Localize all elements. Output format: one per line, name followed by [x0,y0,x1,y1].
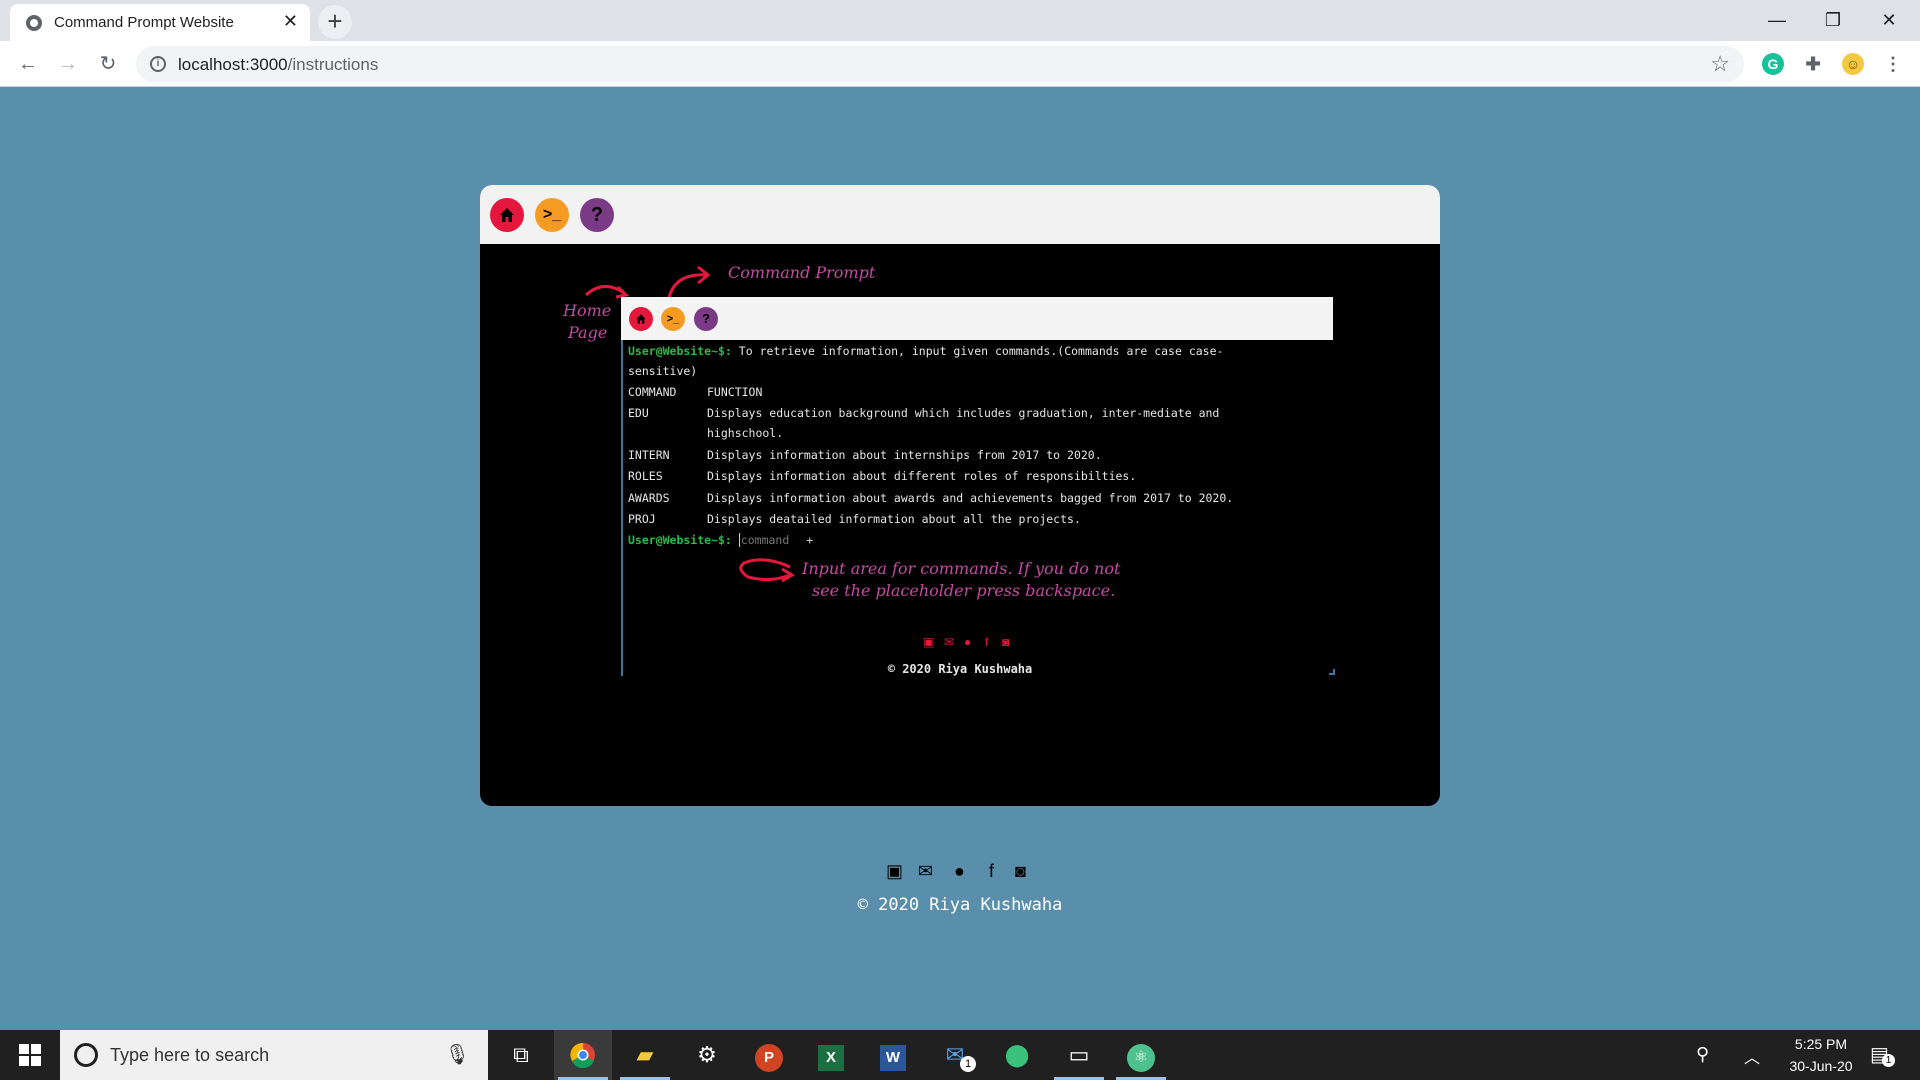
terminal-row-intern: INTERN Displays information about interns… [628,448,1102,462]
restore-button[interactable]: ❐ [1810,6,1856,34]
url-text[interactable]: localhost:3000/instructions [178,55,378,75]
close-window-button[interactable]: ✕ [1866,6,1912,34]
app-header: >_ ? [480,185,1440,244]
clock-date[interactable]: 30-Jun-20 [1780,1058,1862,1074]
word-icon[interactable]: W [864,1030,922,1080]
facebook-icon[interactable]: f [985,635,988,649]
info-icon[interactable]: i [150,56,166,72]
tray-chevron-up-icon[interactable]: ︿ [1744,1044,1760,1068]
extensions-puzzle-icon[interactable]: ✚ [1802,53,1824,75]
mail-badge: 1 [960,1056,976,1072]
task-view-icon[interactable]: ⧉ [492,1030,550,1080]
maps-icon[interactable]: ⬤ [988,1030,1046,1080]
file-explorer-icon[interactable]: ▰ [616,1030,674,1080]
inner-terminal-button: >_ [661,307,685,331]
powerpoint-icon[interactable]: P [740,1030,798,1080]
inner-app-header: >_ ? [621,297,1333,340]
clock-time[interactable]: 5:25 PM [1784,1036,1858,1052]
facebook-icon[interactable]: f [989,861,994,882]
chrome-icon[interactable] [554,1030,612,1080]
terminal-app-icon[interactable]: ▭ [1050,1030,1108,1080]
people-icon[interactable]: ⚲ [1696,1044,1709,1065]
bookmark-star-icon[interactable]: ☆ [1710,51,1730,77]
terminal-row-edu: EDU Displays education background which i… [628,406,1220,420]
browser-tabbar: Command Prompt Website ✕ + — ❐ ✕ [0,0,1920,41]
github-icon[interactable]: ● [964,635,971,649]
terminal-output: User@Website~$: To retrieve information,… [621,340,1333,676]
annotation-command-prompt: Command Prompt [728,263,876,282]
linkedin-icon[interactable]: ▣ [886,861,903,882]
taskbar-search-input[interactable]: Type here to search [110,1045,269,1066]
terminal-intro-line2: sensitive) [628,364,698,378]
profile-avatar-icon[interactable]: ☺ [1842,53,1864,75]
instagram-icon[interactable]: ◙ [1015,861,1026,882]
mail-icon[interactable]: ✉ [944,635,954,649]
browser-tab[interactable]: Command Prompt Website ✕ [10,4,310,41]
back-button[interactable]: ← [14,50,42,78]
instagram-icon[interactable]: ◙ [1002,635,1009,649]
page-copyright: © 2020 Riya Kushwaha [857,895,1063,915]
excel-icon[interactable]: X [802,1030,860,1080]
windows-taskbar: Type here to search 🎙 ⧉ ▰ ⚙ P X W ✉ 1 ⬤ ▭… [0,1030,1920,1080]
notification-icon[interactable]: ▤ 1 [1870,1042,1895,1067]
inner-home-button [629,307,653,331]
reload-button[interactable]: ↻ [94,50,122,78]
help-icon: ? [702,311,710,326]
terminal-icon: >_ [666,313,680,325]
atom-app-icon[interactable]: ⚛ [1112,1030,1170,1080]
mail-icon[interactable]: ✉ [918,861,933,882]
taskbar-search[interactable]: Type here to search 🎙 [60,1030,488,1080]
help-icon: ? [590,204,604,226]
browser-toolbar: ← → ↻ i localhost:3000/instructions ☆ G … [0,41,1920,87]
terminal-intro-line: User@Website~$: To retrieve information,… [628,344,1224,358]
terminal-row-awards: AWARDS Displays information about awards … [628,491,1234,505]
menu-kebab-icon[interactable]: ⋮ [1882,53,1904,75]
microphone-icon[interactable]: 🎙 [445,1042,470,1067]
terminal-icon: >_ [542,206,562,223]
home-icon [636,314,646,324]
windows-logo-icon [19,1044,41,1066]
chrome-logo [570,1042,595,1069]
terminal-copyright: © 2020 Riya Kushwaha [887,662,1033,676]
command-input[interactable]: command [738,533,790,547]
app-window: >_ ? Home Page Command Prompt Input area… [480,185,1440,806]
tab-title: Command Prompt Website [54,14,234,31]
home-icon [500,208,514,222]
help-button[interactable]: ? [580,198,614,232]
settings-gear-icon[interactable]: ⚙ [678,1030,736,1080]
home-button[interactable] [490,198,524,232]
globe-icon [26,15,42,31]
linkedin-icon[interactable]: ▣ [923,635,934,649]
inner-help-button: ? [694,307,718,331]
cursor-icon: + [806,533,814,547]
close-tab-icon[interactable]: ✕ [283,11,298,32]
minimize-button[interactable]: — [1754,6,1800,34]
address-bar[interactable]: i localhost:3000/instructions ☆ [136,46,1744,82]
terminal-input-line: User@Website~$: command + [628,533,814,547]
grammarly-extension-icon[interactable]: G [1762,53,1784,75]
mail-app-icon[interactable]: ✉ 1 [926,1030,984,1080]
start-button[interactable] [0,1030,58,1080]
forward-button[interactable]: → [54,50,82,78]
terminal-row-proj: PROJ Displays deatailed information about… [628,512,1081,526]
terminal-row-roles: ROLES Displays information about differen… [628,469,1137,483]
terminal-table-header: COMMAND FUNCTION [628,385,763,399]
cortana-icon [74,1043,98,1067]
github-icon[interactable]: ● [954,861,965,882]
new-tab-button[interactable]: + [318,5,352,39]
annotation-home-line2: Page [568,323,608,342]
terminal-button[interactable]: >_ [535,198,569,232]
notification-count: 1 [1882,1054,1895,1067]
